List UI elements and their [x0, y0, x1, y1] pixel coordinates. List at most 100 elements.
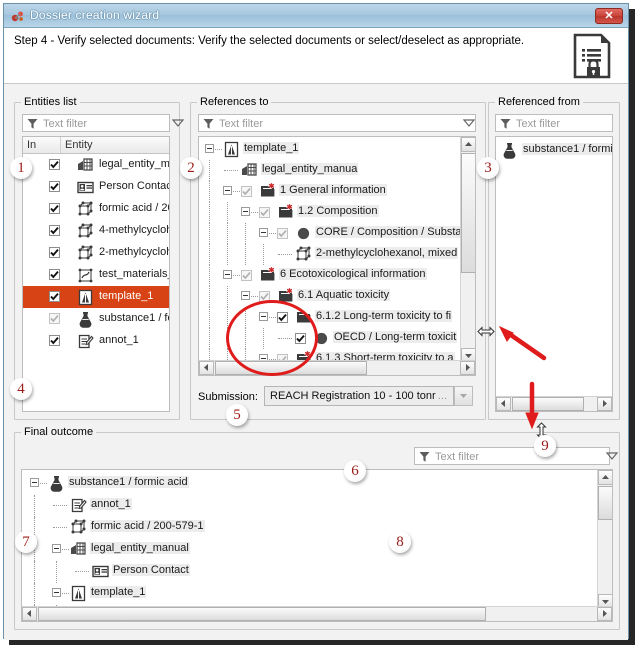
table-row[interactable]: 4-methylcyclohexa	[23, 220, 169, 242]
checkbox-checked[interactable]	[49, 291, 60, 302]
tree-node[interactable]: 1.2 Composition	[199, 202, 475, 223]
table-row[interactable]: annot_1	[23, 330, 169, 352]
circle-icon	[295, 225, 312, 242]
tree-node[interactable]: 1 General information	[199, 181, 475, 202]
locked-document-icon	[568, 32, 616, 80]
tree-expander-collapse[interactable]	[223, 270, 232, 279]
scroll-left-button[interactable]	[199, 361, 214, 375]
referenced-from-filter-placeholder: Text filter	[516, 118, 561, 130]
final-outcome-tree[interactable]: substance1 / formic acid annot_1 formic ac…	[21, 469, 613, 622]
entity-include-checkbox[interactable]	[49, 225, 60, 239]
scroll-right-button[interactable]	[597, 607, 612, 621]
tree-expander-collapse[interactable]	[205, 144, 214, 153]
scroll-thumb[interactable]	[461, 153, 475, 273]
references-vertical-scrollbar[interactable]	[460, 137, 475, 363]
table-row[interactable]: Person Contact	[23, 176, 169, 198]
entities-filter-placeholder: Text filter	[43, 118, 88, 130]
checkbox-checked[interactable]	[49, 159, 60, 170]
table-row[interactable]: test_materials_1	[23, 264, 169, 286]
final-outcome-text-filter[interactable]: Text filter	[414, 447, 610, 465]
entity-include-checkbox[interactable]	[49, 203, 60, 217]
entity-include-checkbox[interactable]	[49, 159, 60, 173]
tree-expander-collapse[interactable]	[241, 207, 250, 216]
tree-node[interactable]: formic acid / 200-579-1	[22, 517, 612, 539]
tree-node-checkbox[interactable]	[241, 270, 252, 284]
document-star-icon	[259, 183, 276, 200]
checkbox-checked[interactable]	[49, 335, 60, 346]
table-row[interactable]: legal_entity_manua	[23, 154, 169, 176]
scroll-right-button[interactable]	[597, 397, 612, 411]
tree-node-checkbox[interactable]	[241, 186, 252, 200]
tree-connector	[56, 561, 58, 583]
tree-expander-collapse[interactable]	[241, 291, 250, 300]
scroll-right-button[interactable]	[460, 361, 475, 375]
scroll-thumb[interactable]	[598, 486, 612, 520]
tree-node[interactable]: annot_1	[22, 495, 612, 517]
flask-icon	[48, 475, 65, 492]
tree-node[interactable]: 6.1 Aquatic toxicity	[199, 286, 475, 307]
scroll-left-button[interactable]	[22, 607, 37, 621]
entities-filter-dropdown-icon[interactable]	[171, 118, 185, 128]
final-outcome-vertical-scrollbar[interactable]	[597, 470, 612, 609]
checkbox-checked[interactable]	[49, 247, 60, 258]
tree-expander-collapse[interactable]	[52, 544, 61, 553]
molecule-icon	[77, 201, 94, 218]
template-icon	[223, 141, 240, 158]
window-title: Dossier creation wizard	[30, 8, 160, 22]
tree-node-checkbox[interactable]	[259, 207, 270, 221]
close-button[interactable]: ✕	[595, 8, 623, 24]
tree-node[interactable]: template_1	[199, 139, 475, 160]
entities-list-table[interactable]: In Entity legal_entity_manua Person Conta…	[22, 136, 170, 412]
final-outcome-filter-dropdown-icon[interactable]	[605, 451, 619, 461]
entities-text-filter[interactable]: Text filter	[22, 114, 170, 132]
entity-include-checkbox[interactable]	[49, 269, 60, 283]
submission-combobox[interactable]: REACH Registration 10 - 100 tonr ...	[264, 386, 454, 406]
final-outcome-label: Final outcome	[21, 426, 97, 438]
entity-include-checkbox[interactable]	[49, 291, 60, 305]
final-outcome-horizontal-scrollbar[interactable]	[22, 606, 612, 621]
tree-node[interactable]: legal_entity_manua	[199, 160, 475, 181]
table-row[interactable]: template_1	[23, 286, 169, 308]
entity-label: legal_entity_manua	[99, 158, 170, 170]
tree-node[interactable]: 6 Ecotoxicological information	[199, 265, 475, 286]
document-star-icon	[259, 267, 276, 284]
checkbox-checked[interactable]	[49, 269, 60, 280]
tree-expander-collapse[interactable]	[259, 228, 268, 237]
tree-expander-collapse[interactable]	[30, 478, 39, 487]
tree-connector	[209, 244, 211, 265]
references-filter-dropdown-icon[interactable]	[462, 118, 476, 128]
tree-node[interactable]: CORE / Composition / Substa	[199, 223, 475, 244]
scroll-up-button[interactable]	[461, 137, 475, 152]
tree-node[interactable]: template_1	[22, 583, 612, 605]
scroll-up-button[interactable]	[598, 470, 612, 485]
molecule-icon	[295, 246, 312, 263]
tree-node[interactable]: substance1 / formic acid	[22, 473, 612, 494]
references-text-filter[interactable]: Text filter	[198, 114, 476, 132]
tree-node[interactable]: 2-methylcyclohexanol, mixed	[199, 244, 475, 265]
tree-expander-collapse[interactable]	[223, 186, 232, 195]
checkbox-checked[interactable]	[49, 181, 60, 192]
checkbox-checked[interactable]	[49, 203, 60, 214]
entity-include-checkbox[interactable]	[49, 335, 60, 349]
entity-include-checkbox[interactable]	[49, 313, 60, 327]
entity-include-checkbox[interactable]	[49, 181, 60, 195]
checkbox-checked[interactable]	[49, 225, 60, 236]
submission-dropdown-button[interactable]	[454, 386, 473, 406]
entity-include-checkbox[interactable]	[49, 247, 60, 261]
tree-expander-collapse[interactable]	[52, 588, 61, 597]
table-row[interactable]: substance1 / form	[23, 308, 169, 330]
flask-icon	[501, 142, 518, 159]
tree-node-checkbox[interactable]	[277, 228, 288, 242]
filter-funnel-icon	[419, 451, 430, 463]
referenced-from-text-filter[interactable]: Text filter	[495, 114, 613, 132]
table-row[interactable]: formic acid / 200-5	[23, 198, 169, 220]
filter-funnel-icon	[500, 118, 511, 130]
tree-node[interactable]: legal_entity_manual	[22, 539, 612, 561]
tree-node[interactable]: Person Contact	[22, 561, 612, 583]
annotation-ellipse-5	[226, 300, 318, 376]
checkbox-disabled-checked	[277, 228, 288, 239]
building-icon	[241, 162, 258, 179]
tree-node-label: template_1	[243, 142, 300, 154]
table-row[interactable]: 2-methylcyclohexa	[23, 242, 169, 264]
scroll-thumb[interactable]	[38, 607, 486, 621]
